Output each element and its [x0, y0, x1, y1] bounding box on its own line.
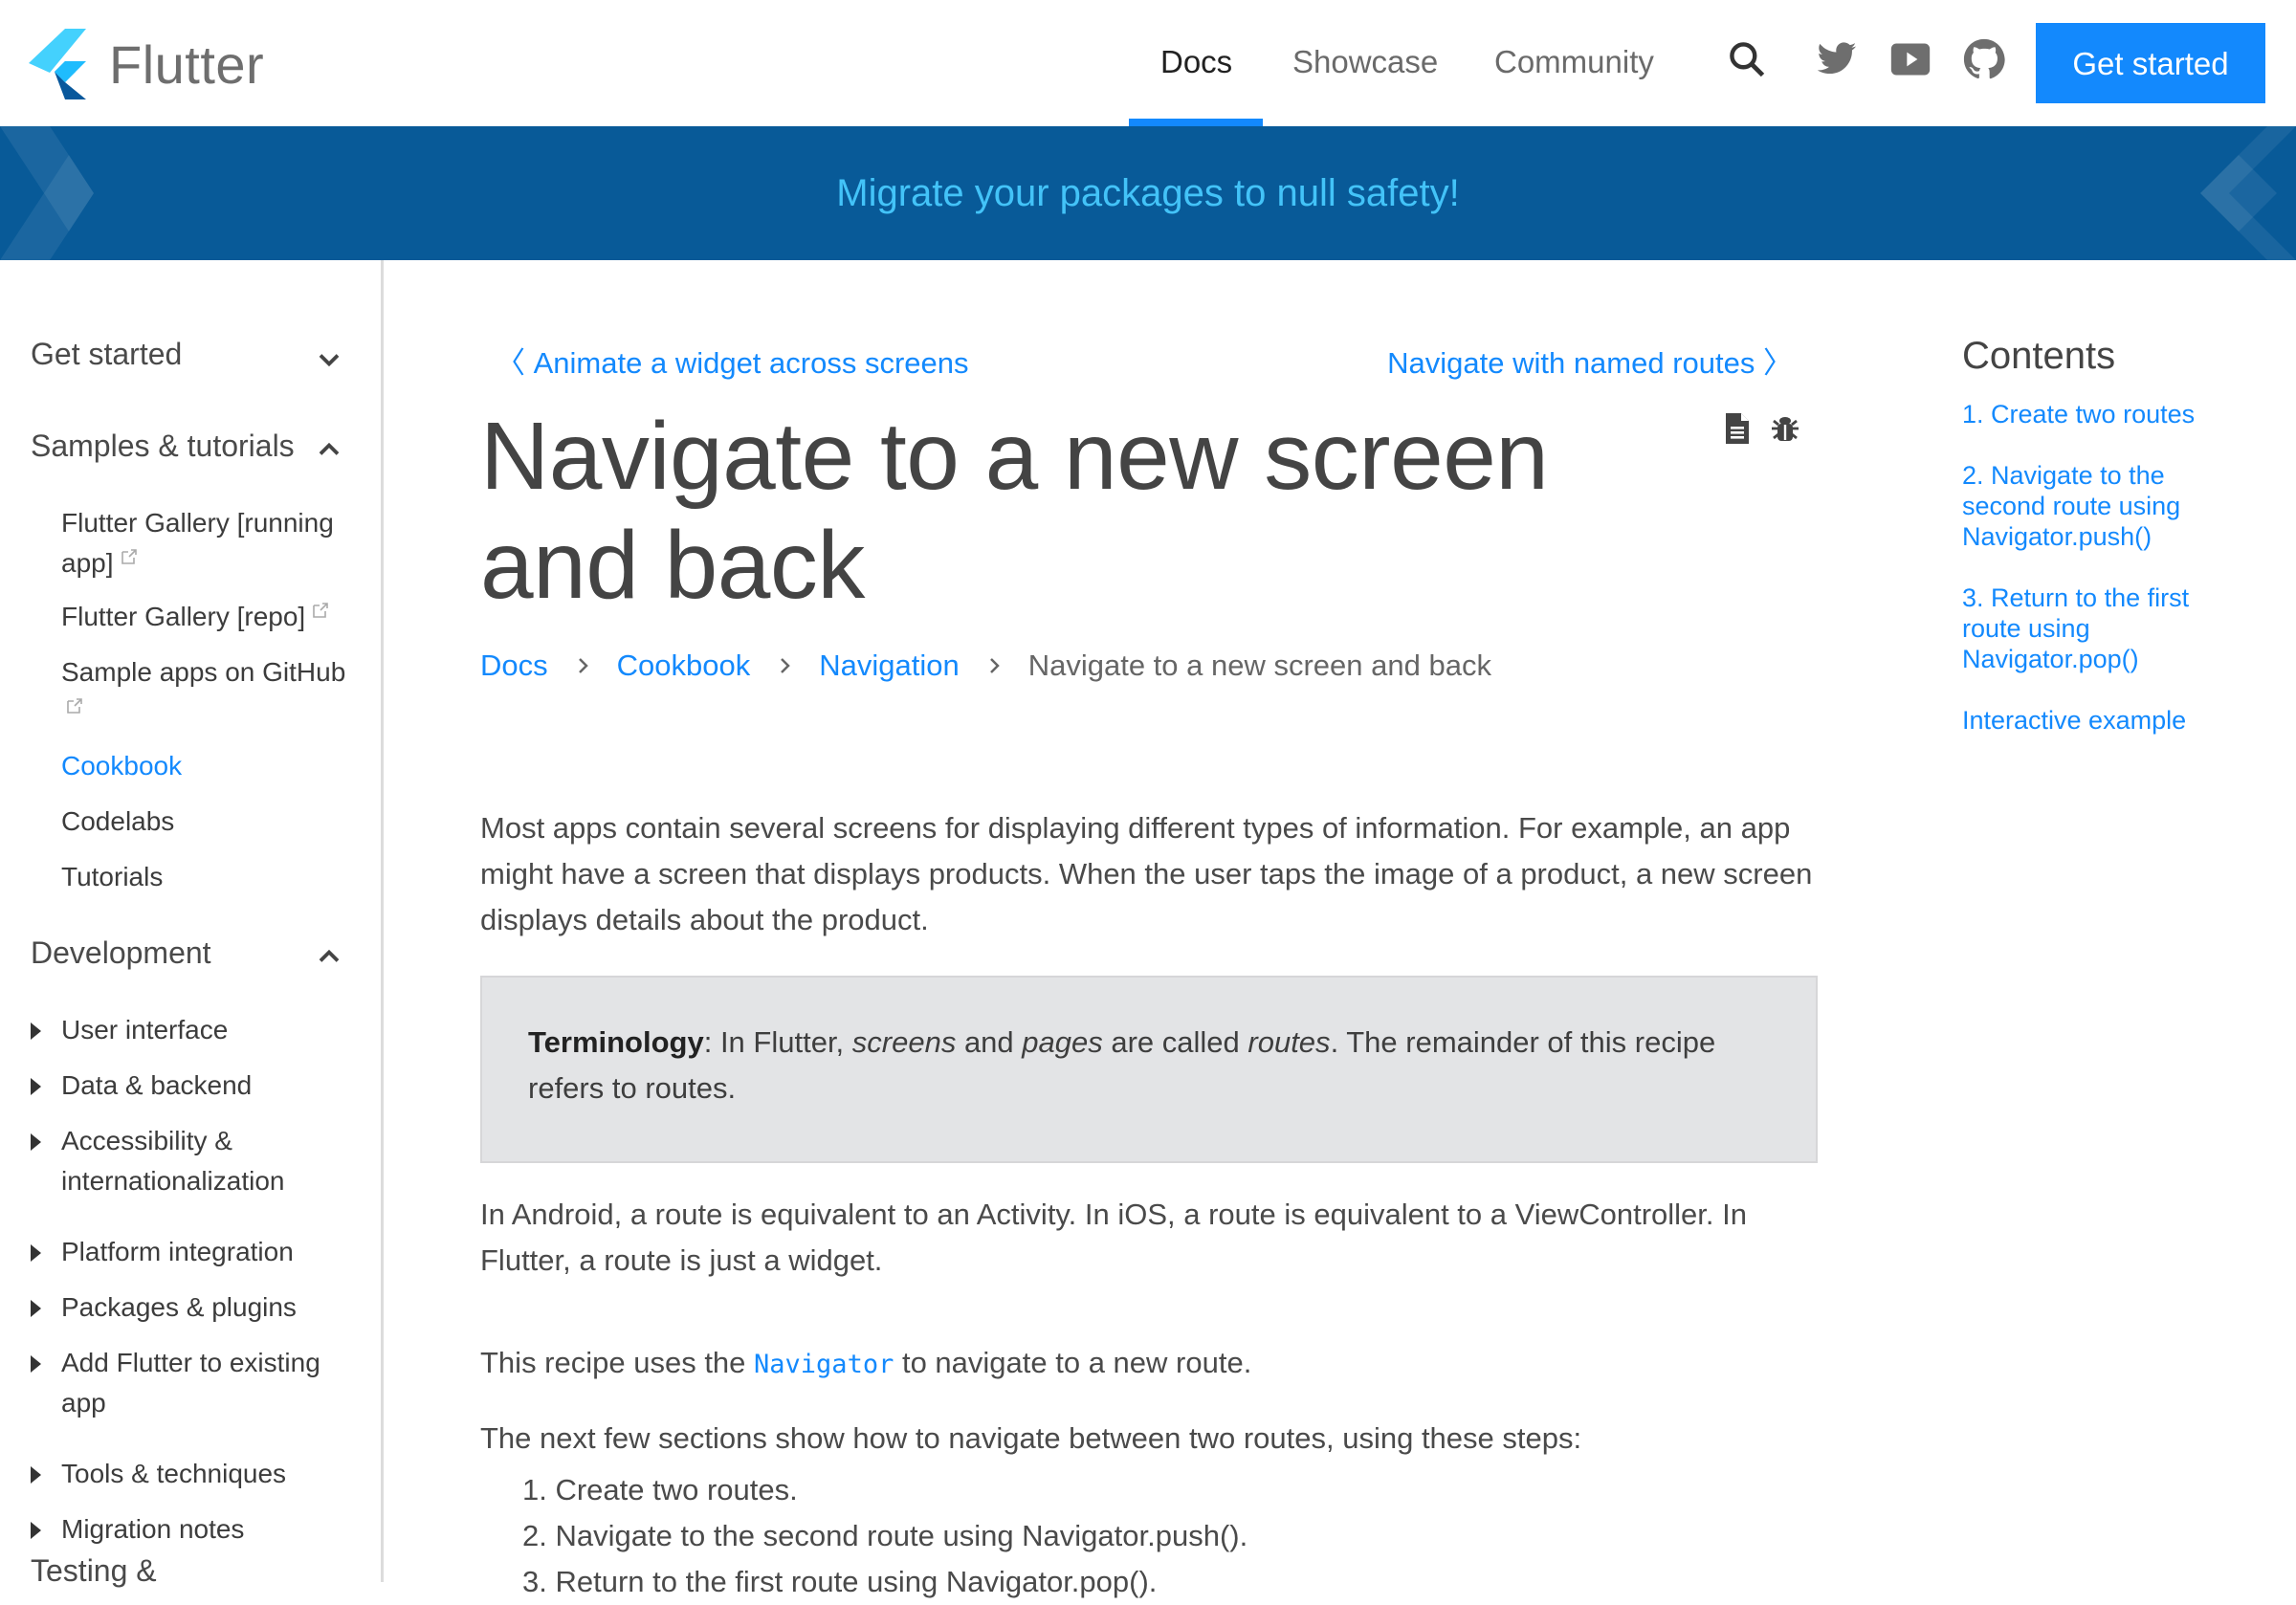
chevron-right-icon [578, 658, 588, 673]
sidebar-item-data-backend[interactable]: Data & backend [61, 1066, 358, 1106]
note-text: are called [1102, 1025, 1248, 1059]
flutter-logo-link[interactable]: Flutter [29, 29, 264, 99]
navigator-api-link[interactable]: Navigator [754, 1350, 894, 1379]
toc-item-interactive-example[interactable]: Interactive example [1962, 705, 2249, 736]
note-label: Terminology [528, 1025, 704, 1059]
breadcrumb-current: Navigate to a new screen and back [1027, 649, 1491, 682]
chevron-right-icon [989, 658, 1000, 673]
sidebar-item-platform-integration[interactable]: Platform integration [61, 1232, 358, 1272]
external-link-icon [313, 603, 329, 618]
sidebar-item-migration-notes[interactable]: Migration notes [61, 1509, 358, 1550]
toc-title: Contents [1962, 335, 2116, 377]
chevron-up-icon[interactable] [312, 939, 346, 974]
sidebar-item-label: Sample apps on GitHub [61, 657, 346, 687]
step-item: 2. Navigate to the second route using Na… [522, 1519, 1248, 1552]
expand-caret-icon[interactable] [31, 1078, 41, 1095]
external-link-icon [121, 549, 137, 564]
prev-page-link[interactable]: 〈 Animate a widget across screens [496, 339, 969, 382]
next-page-link[interactable]: Navigate with named routes 〉 [1387, 339, 1793, 382]
sidebar-nav: Get started Samples & tutorials Flutter … [0, 260, 384, 1588]
sidebar-item-label: Flutter Gallery [repo] [61, 602, 306, 631]
sidebar-section-get-started[interactable]: Get started [31, 337, 182, 372]
sidebar-item-tutorials[interactable]: Tutorials [61, 857, 358, 897]
sidebar-item-tools-techniques[interactable]: Tools & techniques [61, 1454, 358, 1494]
nav-community[interactable]: Community [1494, 0, 1654, 126]
breadcrumb-docs[interactable]: Docs [480, 649, 548, 683]
flutter-logo-icon [29, 29, 86, 99]
steps-list: 1. Create two routes. 2. Navigate to the… [522, 1467, 1247, 1605]
table-of-contents: Contents 1. Create two routes 2. Navigat… [1962, 335, 2249, 766]
announcement-banner: Migrate your packages to null safety! [0, 126, 2296, 260]
view-source-icon[interactable] [1724, 413, 1751, 444]
sidebar-item-label: Flutter Gallery [running app] [61, 508, 334, 578]
sidebar-item-user-interface[interactable]: User interface [61, 1010, 358, 1050]
expand-caret-icon[interactable] [31, 1244, 41, 1262]
expand-caret-icon[interactable] [31, 1022, 41, 1040]
chevron-down-icon[interactable] [312, 342, 346, 377]
toc-item-navigator-pop[interactable]: 3. Return to the first route using Navig… [1962, 583, 2249, 674]
para-text: This recipe uses the [480, 1346, 755, 1379]
breadcrumb-cookbook[interactable]: Cookbook [617, 649, 751, 683]
note-text: and [956, 1025, 1023, 1059]
sidebar-item-sample-apps-github[interactable]: Sample apps on GitHub [61, 652, 358, 733]
report-bug-icon[interactable] [1770, 413, 1800, 444]
external-link-icon [67, 698, 82, 714]
brand-name: Flutter [109, 33, 265, 95]
breadcrumb: Docs Cookbook Navigation Navigate to a n… [480, 649, 1491, 683]
nav-showcase[interactable]: Showcase [1292, 0, 1438, 126]
twitter-icon[interactable] [1816, 38, 1858, 80]
sidebar-item-add-to-app[interactable]: Add Flutter to existing app [61, 1343, 358, 1423]
sidebar-section-testing[interactable]: Testing & [31, 1553, 157, 1589]
sidebar-section-development[interactable]: Development [31, 935, 211, 971]
note-emphasis: pages [1022, 1025, 1103, 1059]
note-text: : In Flutter, [703, 1025, 852, 1059]
sidebar-section-samples-tutorials[interactable]: Samples & tutorials [31, 429, 295, 464]
steps-intro-paragraph: The next few sections show how to naviga… [480, 1421, 1582, 1455]
github-icon[interactable] [1963, 38, 2005, 80]
chevron-right-icon [781, 658, 791, 673]
step-item: 3. Return to the first route using Navig… [522, 1565, 1158, 1598]
sidebar-item-codelabs[interactable]: Codelabs [61, 802, 358, 842]
sidebar-item-flutter-gallery-app[interactable]: Flutter Gallery [running app] [61, 503, 358, 583]
active-nav-indicator [1129, 119, 1263, 126]
expand-caret-icon[interactable] [31, 1355, 41, 1373]
sidebar-item-cookbook[interactable]: Cookbook [61, 746, 358, 786]
breadcrumb-navigation[interactable]: Navigation [819, 649, 959, 683]
get-started-button[interactable]: Get started [2036, 23, 2265, 103]
expand-caret-icon[interactable] [31, 1466, 41, 1484]
toc-item-create-routes[interactable]: 1. Create two routes [1962, 399, 2249, 429]
nav-docs[interactable]: Docs [1160, 0, 1232, 126]
android-ios-paragraph: In Android, a route is equivalent to an … [480, 1198, 1747, 1277]
terminology-note: Terminology: In Flutter, screens and pag… [480, 976, 1818, 1163]
recipe-paragraph: This recipe uses the Navigator to naviga… [480, 1340, 1818, 1388]
expand-caret-icon[interactable] [31, 1300, 41, 1317]
null-safety-banner-link[interactable]: Migrate your packages to null safety! [0, 126, 2296, 260]
expand-caret-icon[interactable] [31, 1133, 41, 1151]
step-item: 1. Create two routes. [522, 1473, 798, 1506]
note-emphasis: routes [1247, 1025, 1331, 1059]
chevron-up-icon[interactable] [312, 432, 346, 467]
chevron-left-icon: 〈 [496, 346, 534, 380]
title-actions [1724, 413, 1800, 444]
page-title: Navigate to a new screen and back [480, 403, 1549, 619]
search-icon[interactable] [1726, 38, 1768, 80]
expand-caret-icon[interactable] [31, 1522, 41, 1539]
para-text: to navigate to a new route. [894, 1346, 1252, 1379]
sidebar-item-flutter-gallery-repo[interactable]: Flutter Gallery [repo] [61, 597, 358, 637]
chevron-right-icon: 〉 [1755, 346, 1793, 380]
sidebar-item-accessibility[interactable]: Accessibility & internationalization [61, 1121, 358, 1201]
youtube-icon[interactable] [1889, 38, 1932, 80]
toc-item-navigator-push[interactable]: 2. Navigate to the second route using Na… [1962, 460, 2249, 552]
prev-page-label: Animate a widget across screens [533, 346, 969, 380]
note-emphasis: screens [851, 1025, 957, 1059]
top-header: Flutter Docs Showcase Community Get star… [0, 0, 2296, 126]
sidebar-item-packages-plugins[interactable]: Packages & plugins [61, 1287, 358, 1328]
intro-paragraph: Most apps contain several screens for di… [480, 811, 1813, 936]
next-page-label: Navigate with named routes [1387, 346, 1755, 380]
